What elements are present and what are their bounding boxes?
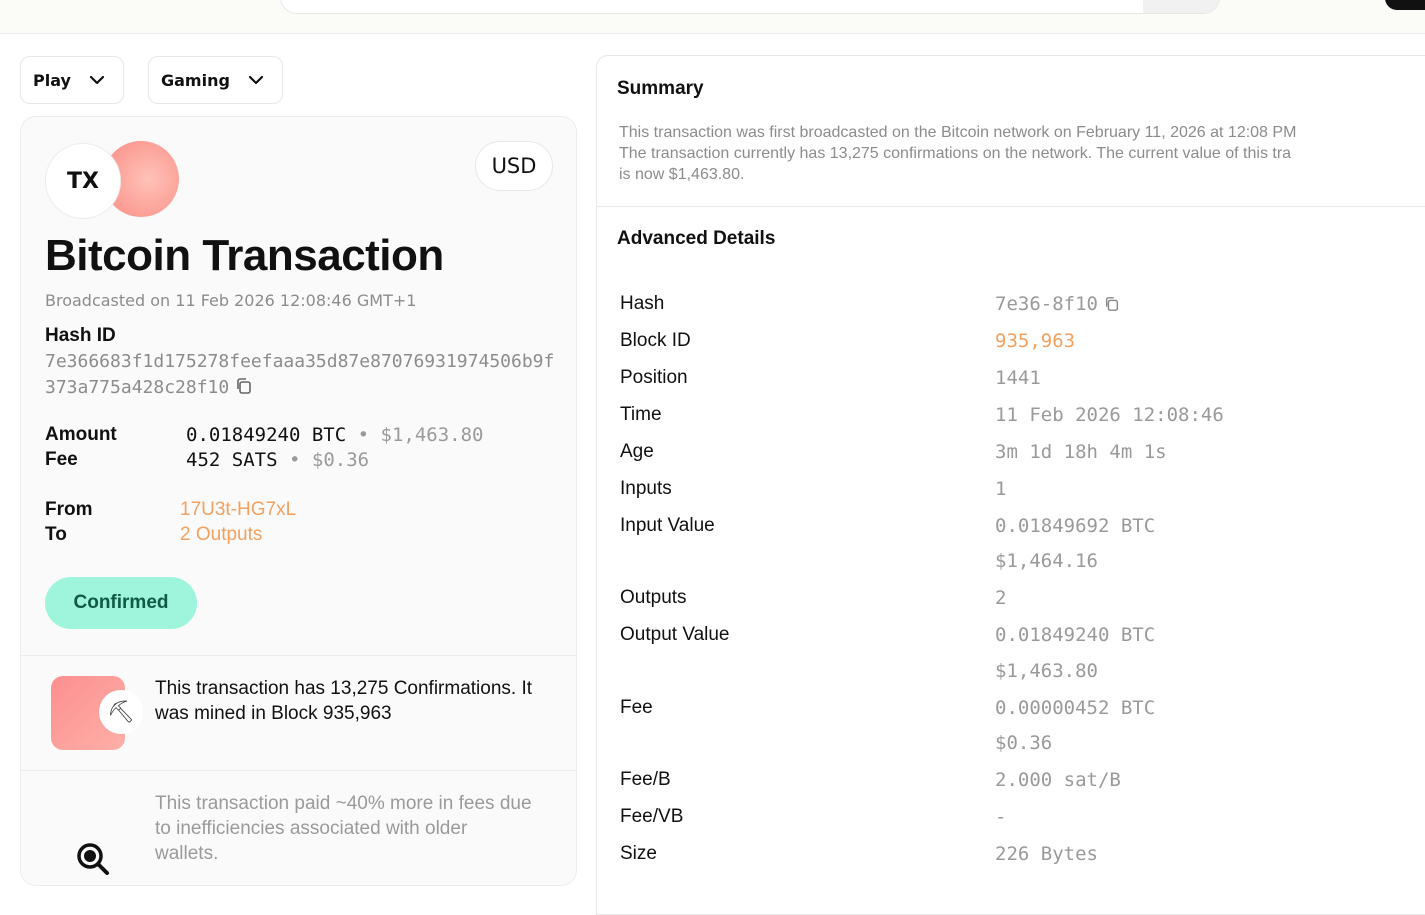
account-button[interactable] xyxy=(1385,0,1425,10)
hash-id-value: 7e366683f1d175278feefaaa35d87e8707693197… xyxy=(45,349,560,401)
summary-text: This transaction was first broadcasted o… xyxy=(619,122,1425,185)
detail-value: 1 xyxy=(995,478,1007,500)
from-label: From xyxy=(45,499,93,520)
detail-label: Output Value xyxy=(620,624,730,645)
amount-btc: 0.01849240 BTC xyxy=(186,424,347,446)
fee-value: 452 SATS • $0.36 xyxy=(186,449,369,471)
chevron-down-icon xyxy=(89,75,105,85)
detail-label: Hash xyxy=(620,293,665,314)
copy-icon[interactable] xyxy=(235,377,253,395)
hash-short: 7e36-8f10 xyxy=(995,293,1098,315)
summary-line-3: is now $1,463.80. xyxy=(619,166,745,183)
fee-sats: 452 SATS xyxy=(186,449,278,471)
detail-label: Size xyxy=(620,843,657,864)
detail-row-outputs: Outputs 2 xyxy=(597,587,1425,617)
to-label: To xyxy=(45,524,67,545)
fee-label: Fee xyxy=(45,449,78,470)
hash-id-text: 7e366683f1d175278feefaaa35d87e8707693197… xyxy=(45,351,555,398)
amount-usd: $1,463.80 xyxy=(380,424,484,446)
amount-value: 0.01849240 BTC • $1,463.80 xyxy=(186,424,483,446)
panel-divider xyxy=(597,206,1425,207)
detail-row-age: Age 3m 1d 18h 4m 1s xyxy=(597,441,1425,471)
detail-row-output-value-usd: $1,463.80 xyxy=(597,660,1425,690)
detail-value-usd: $1,464.16 xyxy=(995,550,1098,572)
detail-label: Fee/VB xyxy=(620,806,684,827)
summary-title: Summary xyxy=(617,78,704,99)
detail-row-block-id: Block ID 935,963 xyxy=(597,330,1425,360)
detail-value: - xyxy=(995,806,1007,828)
status-badge: Confirmed xyxy=(45,577,197,629)
currency-toggle[interactable]: USD xyxy=(475,141,553,191)
detail-row-fee: Fee 0.00000452 BTC xyxy=(597,697,1425,727)
search-button[interactable] xyxy=(1143,0,1219,13)
detail-row-time: Time 11 Feb 2026 12:08:46 xyxy=(597,404,1425,434)
detail-row-output-value: Output Value 0.01849240 BTC xyxy=(597,624,1425,654)
detail-row-fee-per-vbyte: Fee/VB - xyxy=(597,806,1425,836)
fee-separator: • xyxy=(288,449,301,471)
magnifier-icon xyxy=(77,843,109,875)
detail-label: Input Value xyxy=(620,515,715,536)
detail-value: 0.01849240 BTC xyxy=(995,624,1156,646)
copy-icon[interactable] xyxy=(1104,296,1120,312)
to-outputs-link[interactable]: 2 Outputs xyxy=(180,524,262,546)
confirmation-info: ⛏ This transaction has 13,275 Confirmati… xyxy=(21,656,576,770)
detail-value: 1441 xyxy=(995,367,1041,389)
details-panel: Summary This transaction was first broad… xyxy=(596,55,1425,915)
tx-logo: TX xyxy=(45,141,179,221)
detail-value: 226 Bytes xyxy=(995,843,1098,865)
play-dropdown[interactable]: Play xyxy=(20,56,124,104)
from-address-link[interactable]: 17U3t-HG7xL xyxy=(180,499,296,521)
advanced-details-title: Advanced Details xyxy=(617,228,776,249)
search-input[interactable] xyxy=(280,0,1220,14)
transaction-card: TX USD Bitcoin Transaction Broadcasted o… xyxy=(20,116,577,886)
block-id-link[interactable]: 935,963 xyxy=(995,330,1075,352)
summary-line-2: The transaction currently has 13,275 con… xyxy=(619,145,1292,162)
summary-line-1: This transaction was first broadcasted o… xyxy=(619,124,1297,141)
detail-value: 11 Feb 2026 12:08:46 xyxy=(995,404,1224,426)
play-dropdown-label: Play xyxy=(33,70,71,90)
detail-row-fee-per-byte: Fee/B 2.000 sat/B xyxy=(597,769,1425,799)
detail-label: Outputs xyxy=(620,587,687,608)
detail-row-hash: Hash 7e36-8f10 xyxy=(597,293,1425,323)
broadcast-time: Broadcasted on 11 Feb 2026 12:08:46 GMT+… xyxy=(45,291,417,310)
gaming-dropdown[interactable]: Gaming xyxy=(148,56,283,104)
detail-row-size: Size 226 Bytes xyxy=(597,843,1425,873)
fee-efficiency-info: This transaction paid ~40% more in fees … xyxy=(21,771,576,885)
detail-row-input-value-usd: $1,464.16 xyxy=(597,550,1425,580)
fee-usd: $0.36 xyxy=(311,449,370,471)
detail-row-position: Position 1441 xyxy=(597,367,1425,397)
detail-value-usd: $1,463.80 xyxy=(995,660,1098,682)
detail-value: 3m 1d 18h 4m 1s xyxy=(995,441,1167,463)
gaming-dropdown-label: Gaming xyxy=(161,70,230,90)
detail-row-fee-usd: $0.36 xyxy=(597,732,1425,762)
top-bar xyxy=(0,0,1425,34)
amount-separator: • xyxy=(357,424,370,446)
detail-value: 2.000 sat/B xyxy=(995,769,1121,791)
detail-label: Inputs xyxy=(620,478,672,499)
detail-value: 2 xyxy=(995,587,1007,609)
amount-label: Amount xyxy=(45,424,117,445)
detail-value: 0.01849692 BTC xyxy=(995,515,1156,537)
tx-logo-badge: TX xyxy=(45,143,121,219)
chevron-down-icon xyxy=(248,75,264,85)
pickaxe-icon: ⛏ xyxy=(99,690,143,734)
detail-label: Fee/B xyxy=(620,769,671,790)
fee-efficiency-text: This transaction paid ~40% more in fees … xyxy=(155,793,532,864)
detail-row-input-value: Input Value 0.01849692 BTC xyxy=(597,515,1425,545)
confirmation-text: This transaction has 13,275 Confirmation… xyxy=(155,678,533,724)
detail-row-inputs: Inputs 1 xyxy=(597,478,1425,508)
detail-label: Fee xyxy=(620,697,653,718)
detail-label: Time xyxy=(620,404,662,425)
detail-label: Block ID xyxy=(620,330,691,351)
detail-label: Age xyxy=(620,441,654,462)
detail-label: Position xyxy=(620,367,688,388)
hash-id-label: Hash ID xyxy=(45,325,116,346)
page-title: Bitcoin Transaction xyxy=(45,231,444,280)
detail-value: 0.00000452 BTC xyxy=(995,697,1156,719)
detail-value-usd: $0.36 xyxy=(995,732,1053,754)
detail-value: 7e36-8f10 xyxy=(995,293,1120,315)
